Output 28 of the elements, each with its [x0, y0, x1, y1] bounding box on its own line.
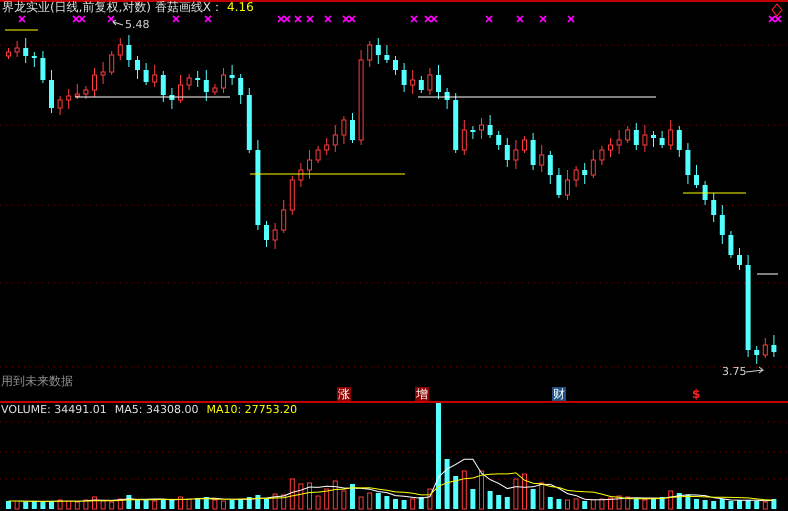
volume-legend-text: MA10: 27753.20 — [206, 404, 298, 415]
dividend-mark: $ — [692, 387, 700, 401]
event-badge: 增 — [415, 387, 429, 401]
arrow-icon — [112, 20, 124, 26]
diamond-icon — [771, 3, 783, 17]
event-badge: 涨 — [337, 387, 351, 401]
cross-mark-icon — [306, 15, 314, 23]
cross-mark-icon — [485, 15, 493, 23]
cross-mark-icon — [204, 15, 212, 23]
chart-title: 界龙实业(日线,前复权,对数) 香菇画线X： — [2, 1, 224, 13]
cross-mark-icon — [410, 15, 418, 23]
cross-mark-icon — [172, 15, 180, 23]
arrow-icon — [746, 366, 764, 374]
high-price-label: 5.48 — [125, 19, 150, 30]
low-price-label: 3.75 — [722, 366, 746, 377]
volume-legend-text: VOLUME: 34491.01 — [1, 404, 107, 415]
cross-mark-icon — [294, 15, 302, 23]
event-badge: 财 — [552, 387, 566, 401]
volume-legend-text: MA5: 34308.00 — [114, 404, 198, 415]
warning-text: 用到未来数据 — [1, 375, 73, 387]
cross-mark-icon — [107, 15, 115, 23]
indicator-value: 4.16 — [227, 1, 254, 13]
cross-mark-icon — [539, 15, 547, 23]
cross-mark-icon — [324, 15, 332, 23]
cross-mark-icon — [516, 15, 524, 23]
cross-mark-icon — [567, 15, 575, 23]
cross-mark-icon — [18, 15, 26, 23]
price-level-line — [682, 192, 746, 194]
